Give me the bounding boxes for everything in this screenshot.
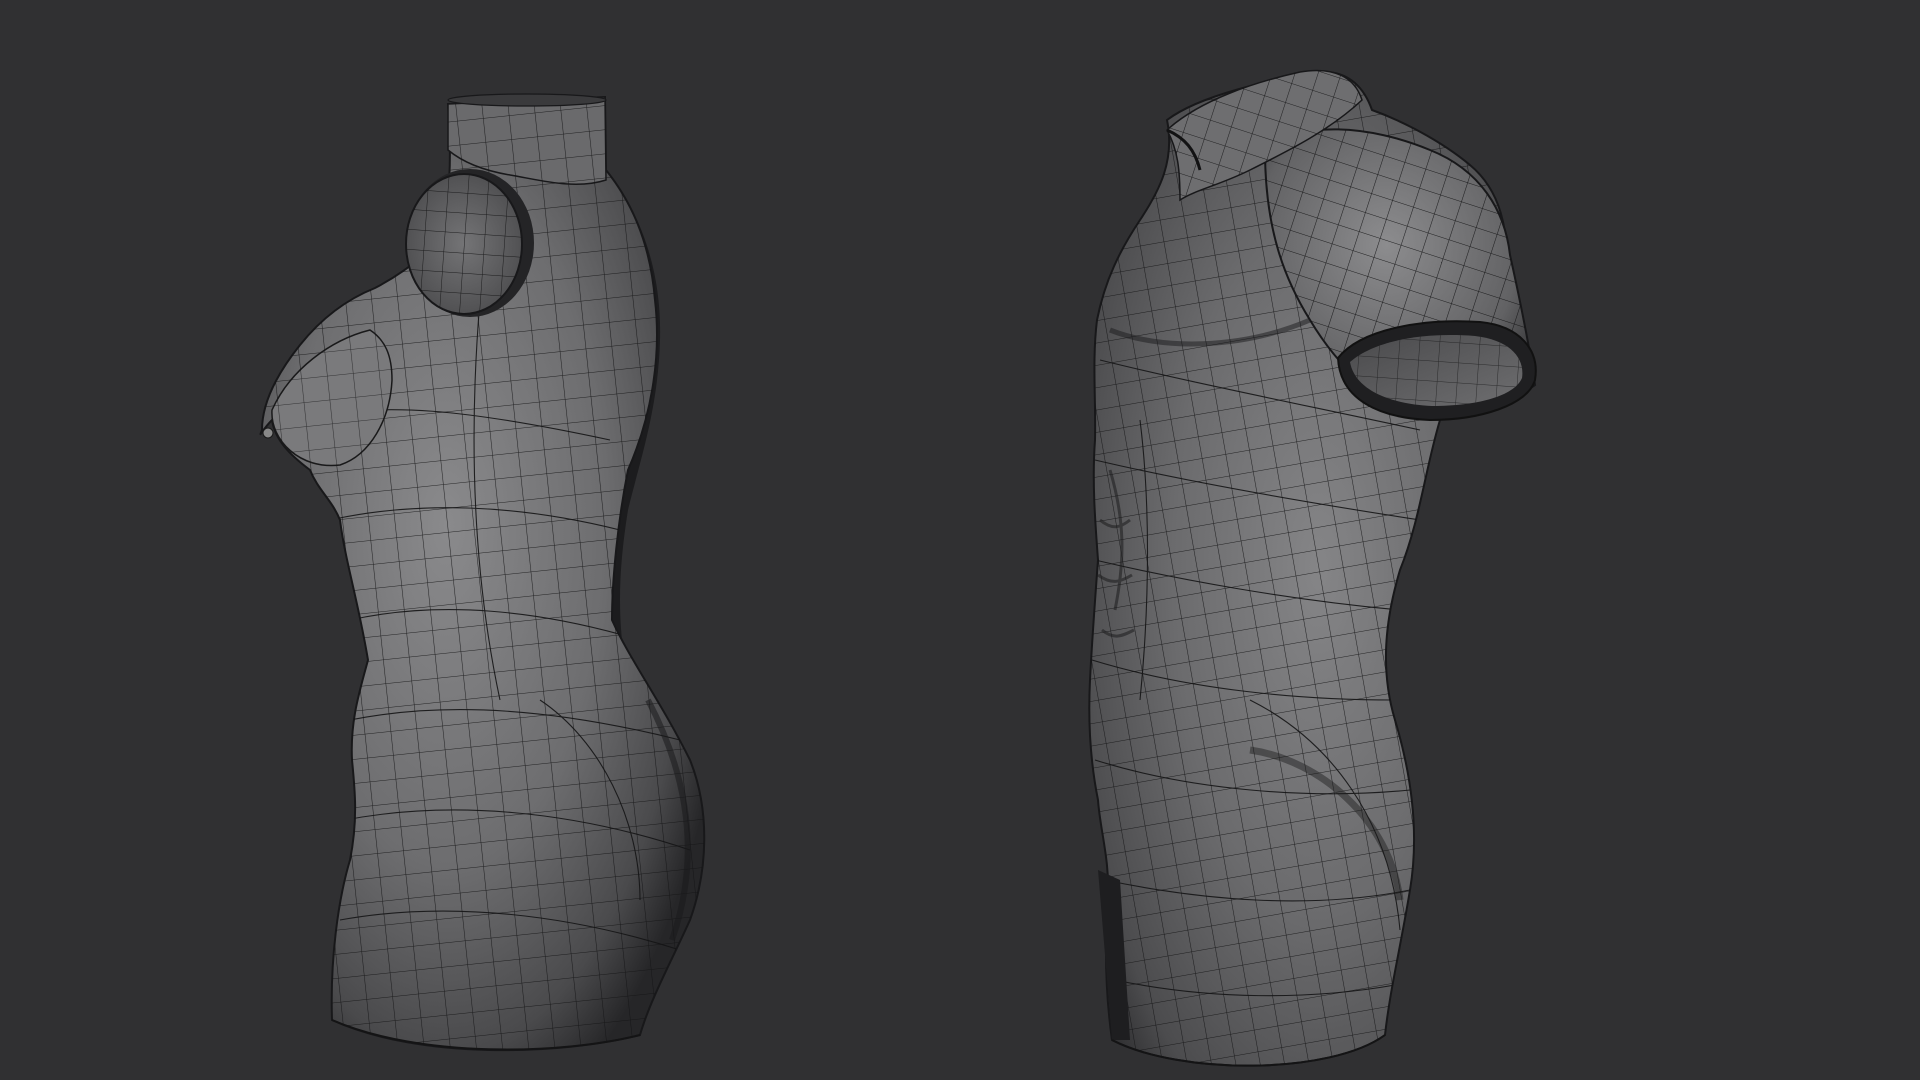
- male-torso-model[interactable]: [1060, 50, 1540, 1080]
- 3d-viewport[interactable]: [0, 0, 1920, 1080]
- viewport-canvas[interactable]: [0, 0, 1920, 1080]
- male-arm-opening: [1336, 320, 1537, 422]
- female-arm-cap: [405, 169, 534, 317]
- female-torso-model[interactable]: [240, 80, 720, 1070]
